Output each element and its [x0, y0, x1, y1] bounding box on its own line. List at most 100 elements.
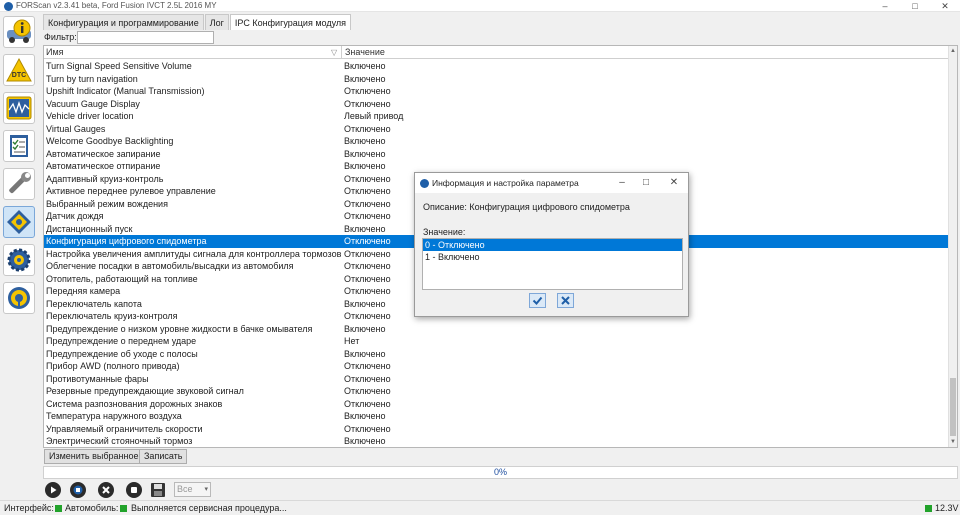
table-row[interactable]: Virtual Gauges Отключено — [44, 123, 949, 136]
sidebar-item-about[interactable] — [3, 282, 35, 314]
parameter-value: Отключено — [344, 123, 391, 134]
confirm-button[interactable] — [529, 293, 546, 308]
parameter-value: Включено — [344, 323, 386, 334]
table-row[interactable]: Система разпознования дорожных знаков Отк… — [44, 398, 949, 411]
save-button[interactable] — [150, 482, 166, 498]
value-label: Значение: — [423, 227, 466, 237]
scroll-down-icon[interactable]: ▼ — [949, 437, 957, 447]
parameter-name: Управляемый ограничитель скорости — [46, 423, 203, 434]
open-button[interactable] — [126, 482, 142, 498]
info-icon — [7, 19, 31, 43]
table-row[interactable]: Температура наружного воздуха Включено — [44, 410, 949, 423]
value-option-disabled[interactable]: 0 - Отключено — [423, 239, 682, 251]
parameter-name: Настройка увеличения амплитуды сигнала д… — [46, 248, 341, 259]
parameter-name: Дистанционный пуск — [46, 223, 133, 234]
scroll-up-icon[interactable]: ▲ — [949, 46, 957, 56]
sidebar-item-oscilloscope[interactable] — [3, 92, 35, 124]
column-separator[interactable] — [341, 46, 342, 59]
window-title: FORScan v2.3.41 beta, Ford Fusion IVCT 2… — [16, 1, 217, 10]
table-row[interactable]: Автоматическое запирание Включено — [44, 148, 949, 161]
steering-wheel-icon — [8, 287, 30, 309]
cancel-button[interactable] — [557, 293, 574, 308]
stop-icon — [73, 485, 83, 495]
status-bar: Интерфейс: Автомобиль: Выполняется серви… — [0, 500, 960, 515]
parameter-dialog: Информация и настройка параметра – □ ✕ О… — [414, 172, 689, 317]
parameter-name: Переключатель капота — [46, 298, 142, 309]
table-row[interactable]: Vacuum Gauge Display Отключено — [44, 98, 949, 111]
table-row[interactable]: Предупреждение об уходе с полосы Включено — [44, 348, 949, 361]
parameter-name: Датчик дождя — [46, 211, 104, 221]
dialog-title-bar: Информация и настройка параметра – □ ✕ — [415, 173, 688, 193]
sidebar-item-configuration[interactable] — [3, 206, 35, 238]
clear-button[interactable] — [98, 482, 114, 498]
parameter-name: Активное переднее рулевое управление — [46, 186, 216, 196]
sidebar-item-service[interactable] — [3, 168, 35, 200]
change-selected-button[interactable]: Изменить выбранное — [44, 449, 144, 464]
table-row[interactable]: Предупреждение о низком уровне жидкости … — [44, 323, 949, 336]
parameter-value: Включено — [344, 73, 386, 84]
value-listbox[interactable]: 0 - Отключено 1 - Включено — [422, 238, 683, 290]
run-button[interactable] — [45, 482, 61, 498]
parameter-value: Отключено — [344, 248, 391, 259]
sidebar-item-info[interactable] — [3, 16, 35, 48]
filter-row: Фильтр: — [43, 31, 949, 45]
parameter-name: Облегчение посадки в автомобиль/высадки … — [46, 261, 294, 271]
parameter-value: Левый привод — [344, 111, 404, 121]
parameter-description: Описание: Конфигурация цифрового спидоме… — [423, 202, 630, 212]
vertical-scrollbar[interactable]: ▲ ▼ — [948, 46, 957, 447]
stop-button[interactable] — [70, 482, 86, 498]
table-row[interactable]: Vehicle driver location Левый привод — [44, 110, 949, 123]
value-option-enabled[interactable]: 1 - Включено — [423, 251, 682, 263]
vehicle-status-icon — [120, 505, 127, 512]
scrollbar-thumb[interactable] — [950, 378, 956, 436]
checklist-icon — [10, 135, 28, 157]
voltage-status-icon — [925, 505, 932, 512]
filter-select[interactable]: Все ▾ — [174, 482, 211, 497]
tab-log[interactable]: Лог — [204, 14, 229, 30]
table-row[interactable]: Прибор AWD (полного привода) Отключено — [44, 360, 949, 373]
forscan-app-icon — [4, 2, 13, 11]
close-icon — [561, 296, 570, 305]
table-row[interactable]: Upshift Indicator (Manual Transmission) О… — [44, 85, 949, 98]
close-button[interactable]: ✕ — [930, 0, 960, 12]
column-header-value[interactable]: Значение — [343, 46, 385, 59]
parameter-value: Отключено — [344, 236, 391, 246]
tab-ipc-module-config[interactable]: IPC Конфигурация модуля — [229, 14, 351, 30]
parameter-name: Конфигурация цифрового спидометра — [46, 236, 207, 246]
sidebar-item-tests[interactable] — [3, 130, 35, 162]
column-header-name[interactable]: Имя — [44, 46, 64, 59]
table-row[interactable]: Предупреждение о переднем ударе Нет — [44, 335, 949, 348]
module-config-icon — [7, 210, 31, 234]
dialog-maximize-button[interactable]: □ — [637, 176, 655, 190]
write-button[interactable]: Записать — [139, 449, 188, 464]
parameter-value: Нет — [344, 336, 360, 346]
table-row[interactable]: Автоматическое отпирание Включено — [44, 160, 949, 173]
table-row[interactable]: Turn by turn navigation Включено — [44, 73, 949, 86]
table-row[interactable]: Противотуманные фары Отключено — [44, 373, 949, 386]
minimize-button[interactable]: – — [870, 0, 900, 12]
title-bar: FORScan v2.3.41 beta, Ford Fusion IVCT 2… — [0, 0, 960, 12]
table-row[interactable]: Резервные предупреждающие звуковой сигна… — [44, 385, 949, 398]
parameter-value: Включено — [344, 348, 386, 359]
interface-status-icon — [55, 505, 62, 512]
table-row[interactable]: Turn Signal Speed Sensitive Volume Включе… — [44, 60, 949, 73]
parameter-value: Включено — [344, 223, 386, 234]
sidebar-item-settings[interactable] — [3, 244, 35, 276]
dialog-minimize-button[interactable]: – — [613, 176, 631, 190]
filter-input[interactable] — [77, 31, 214, 44]
parameter-value: Отключено — [344, 423, 391, 434]
vehicle-label: Автомобиль: — [65, 503, 119, 513]
dialog-close-button[interactable]: ✕ — [665, 176, 683, 190]
tab-strip: Конфигурация и программирование Лог IPC … — [43, 14, 352, 30]
interface-label: Интерфейс: — [4, 503, 54, 513]
parameter-name: Электрический стояночный тормоз — [46, 436, 193, 446]
parameter-value: Включено — [344, 148, 386, 159]
table-row[interactable]: Управляемый ограничитель скорости Отключе… — [44, 423, 949, 436]
tab-configuration-programming[interactable]: Конфигурация и программирование — [43, 14, 204, 30]
table-row[interactable]: Welcome Goodbye Backlighting Включено — [44, 135, 949, 148]
parameter-name: Отопитель, работающий на топливе — [46, 273, 198, 284]
maximize-button[interactable]: □ — [900, 0, 930, 12]
parameter-name: Предупреждение об уходе с полосы — [46, 348, 198, 359]
sidebar-item-dtc[interactable]: DTC — [3, 54, 35, 86]
table-row[interactable]: Электрический стояночный тормоз Включено — [44, 435, 949, 447]
